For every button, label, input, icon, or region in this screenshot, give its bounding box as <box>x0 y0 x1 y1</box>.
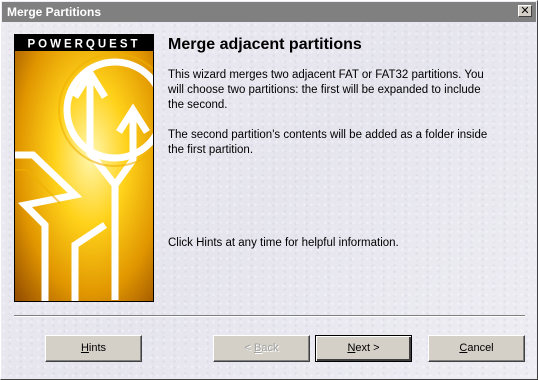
banner-artwork: POWERQUEST <box>15 35 153 301</box>
description-line-1: This wizard merges two adjacent FAT or F… <box>168 69 484 81</box>
page-title: Merge adjacent partitions <box>168 36 362 53</box>
wizard-content: Merge adjacent partitions This wizard me… <box>168 36 518 251</box>
window-title: Merge Partitions <box>7 5 102 19</box>
back-prefix: < <box>244 342 254 354</box>
next-button[interactable]: Next > <box>315 335 412 362</box>
description-line-5: the first partition. <box>168 144 254 156</box>
back-button[interactable]: < Back <box>213 335 310 362</box>
cancel-button[interactable]: Cancel <box>428 335 525 362</box>
close-icon: ✕ <box>520 4 530 17</box>
description-line-2: will choose two partitions: the first wi… <box>168 84 481 96</box>
hint-text: Click Hints at any time for helpful info… <box>168 237 399 249</box>
close-button[interactable]: ✕ <box>518 5 532 17</box>
next-label: ext > <box>355 342 380 354</box>
title-bar[interactable]: Merge Partitions ✕ <box>2 2 536 22</box>
hints-button[interactable]: Hints <box>45 335 142 362</box>
cancel-label: ancel <box>467 342 494 354</box>
brand-logo: POWERQUEST <box>27 39 140 51</box>
description-line-3: the second. <box>168 99 228 111</box>
wizard-window: Merge Partitions ✕ POWERQUEST Merge adja… <box>0 0 538 380</box>
description-line-4: The second partition's contents will be … <box>168 129 488 141</box>
separator <box>14 315 525 317</box>
hints-label: ints <box>88 342 107 354</box>
powerquest-banner: POWERQUEST <box>14 34 154 302</box>
back-label: ack <box>261 342 279 354</box>
hints-mnemonic: H <box>80 342 89 354</box>
